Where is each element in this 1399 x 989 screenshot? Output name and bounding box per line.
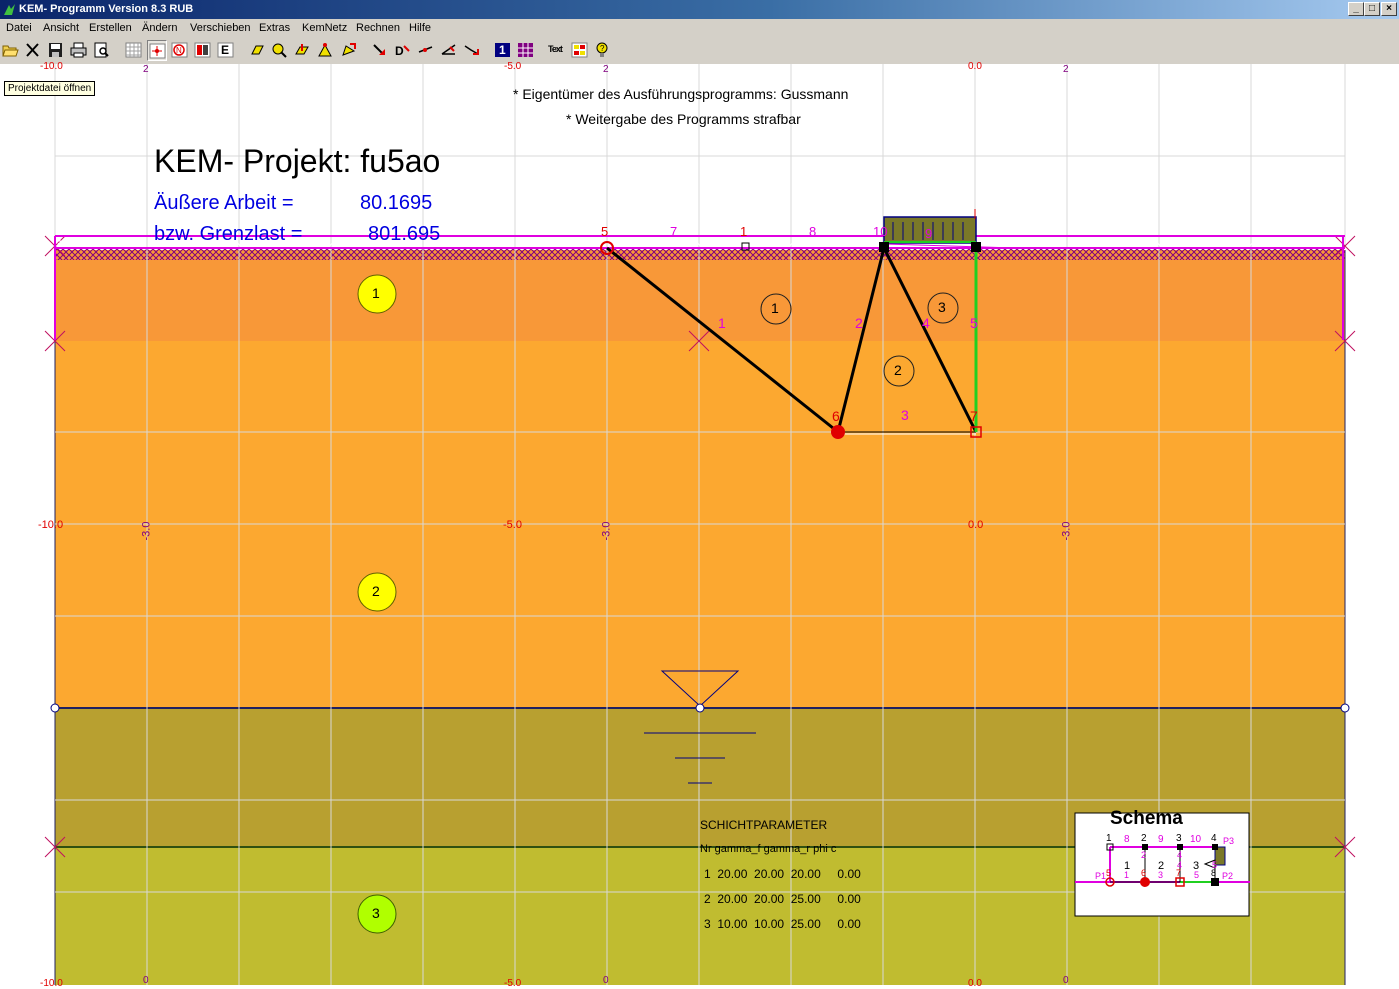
tool-parallelogram-button[interactable]	[247, 40, 267, 61]
node-number-icon: N	[171, 42, 188, 58]
drawing-canvas[interactable]	[0, 64, 1399, 987]
app-icon	[4, 4, 15, 15]
help-button[interactable]: ?	[593, 40, 613, 61]
menu-ansicht[interactable]: Ansicht	[43, 22, 79, 34]
layer-one-label: 1	[499, 43, 506, 57]
tool-d-button[interactable]: D	[393, 40, 413, 61]
close-x-icon	[26, 43, 39, 57]
close-button[interactable]: ×	[1381, 2, 1397, 16]
snap-point-icon	[149, 43, 166, 59]
d-icon: D	[395, 44, 410, 58]
toolbar: N E D 1 Text ?	[0, 37, 1399, 65]
title-bar: KEM- Programm Version 8.3 RUB _ □ ×	[0, 0, 1399, 19]
soil-layer-1	[55, 250, 1345, 341]
svg-text:N: N	[176, 46, 182, 55]
line-icon	[418, 46, 433, 53]
close-project-button[interactable]	[23, 40, 43, 61]
menu-extras[interactable]: Extras	[259, 22, 290, 34]
tool-mechanism-button[interactable]	[339, 40, 359, 61]
e-button[interactable]: E	[216, 40, 236, 61]
svg-text:D: D	[395, 44, 404, 58]
menu-bar: Datei Ansicht Erstellen Ändern Verschieb…	[0, 19, 1399, 37]
tool-arrow-button[interactable]	[370, 40, 390, 61]
surface-hatch	[55, 248, 1345, 260]
legend-icon	[571, 42, 588, 58]
mechanism-icon	[342, 43, 356, 56]
restore-button[interactable]: □	[1364, 2, 1380, 16]
text-button[interactable]: Text	[547, 40, 567, 61]
minimize-button[interactable]: _	[1348, 2, 1364, 16]
save-button[interactable]	[46, 40, 66, 61]
parallelogram-icon	[251, 45, 264, 55]
open-folder-icon	[2, 45, 19, 57]
window-title: KEM- Programm Version 8.3 RUB	[19, 3, 194, 15]
arrow-down-icon	[373, 44, 385, 55]
zoom-icon	[272, 43, 287, 58]
menu-rechnen[interactable]: Rechnen	[356, 22, 400, 34]
table-icon	[518, 43, 533, 57]
e-label: E	[221, 43, 230, 57]
layer-marker-3[interactable]	[357, 894, 397, 934]
tool-triangle-button[interactable]	[316, 40, 336, 61]
print-preview-button[interactable]	[92, 40, 112, 61]
layer-marker-1[interactable]	[357, 274, 397, 314]
help-bulb-icon: ?	[596, 42, 608, 57]
save-disk-icon	[49, 43, 62, 57]
tool-curve-button[interactable]	[462, 40, 482, 61]
split-icon	[441, 44, 456, 55]
printer-icon	[70, 42, 87, 58]
schema-panel[interactable]	[1074, 812, 1250, 917]
menu-verschieben[interactable]: Verschieben	[190, 22, 251, 34]
svg-text:?: ?	[600, 44, 605, 53]
grid-icon	[125, 42, 142, 58]
text-label: Text	[548, 44, 563, 54]
menu-hilfe[interactable]: Hilfe	[409, 22, 431, 34]
zoom-button[interactable]	[270, 40, 290, 61]
layer-one-button[interactable]: 1	[493, 40, 513, 61]
layer-color-icon	[194, 42, 211, 58]
snap-point-button[interactable]	[147, 40, 167, 61]
table-button[interactable]	[516, 40, 536, 61]
layer-marker-2[interactable]	[357, 572, 397, 612]
grid-button[interactable]	[124, 40, 144, 61]
menu-kemnetz[interactable]: KemNetz	[302, 22, 347, 34]
tool-line-button[interactable]	[416, 40, 436, 61]
menu-aendern[interactable]: Ändern	[142, 22, 177, 34]
legend-button[interactable]	[570, 40, 590, 61]
layer-colors-button[interactable]	[193, 40, 213, 61]
tool-split-button[interactable]	[439, 40, 459, 61]
curve-icon	[464, 45, 479, 55]
tool-load-button[interactable]	[293, 40, 313, 61]
open-project-button[interactable]	[1, 40, 21, 61]
print-button[interactable]	[69, 40, 89, 61]
print-preview-icon	[94, 42, 109, 58]
triangle-icon	[318, 43, 332, 57]
node-numbers-button[interactable]: N	[170, 40, 190, 61]
menu-datei[interactable]: Datei	[6, 22, 32, 34]
load-icon	[295, 44, 309, 55]
menu-erstellen[interactable]: Erstellen	[89, 22, 132, 34]
